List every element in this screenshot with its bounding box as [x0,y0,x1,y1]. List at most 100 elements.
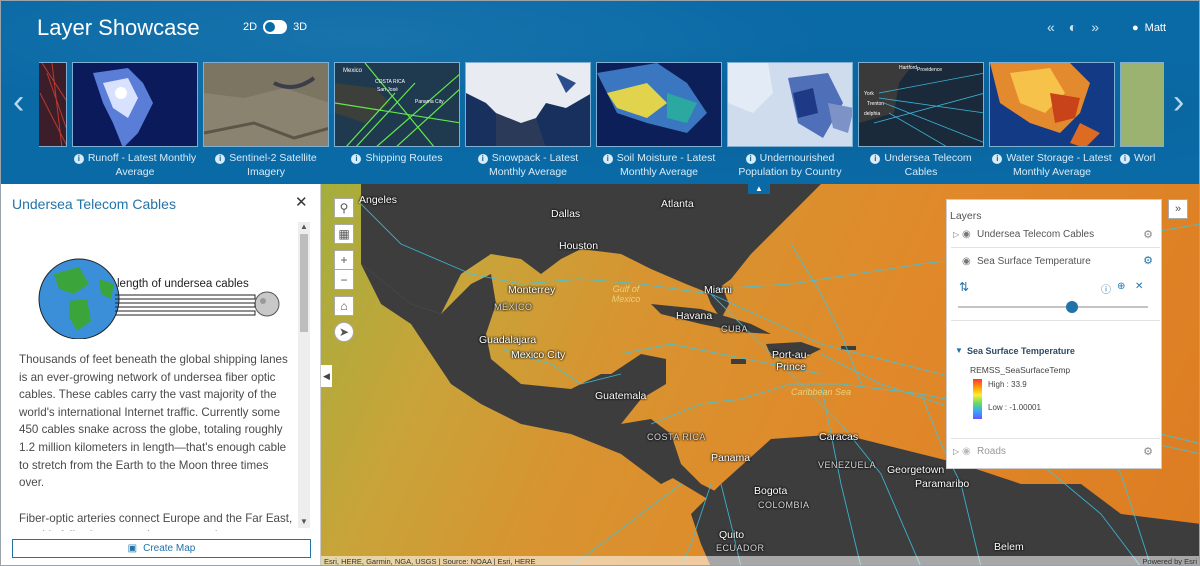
carousel-next-icon[interactable]: › [1173,85,1184,119]
panel-scrollbar[interactable]: ▲ ▼ [298,222,310,528]
carousel-card-partial-world[interactable]: i Worl [1120,62,1164,165]
basemap-gallery-icon[interactable]: ▦ [334,224,354,244]
layer-name: Undersea Telecom Cables [977,229,1095,240]
view-mode-toggle[interactable]: 2D 3D [243,20,307,34]
collapse-panel-icon[interactable]: ◀ [321,365,332,387]
info-icon[interactable]: i [602,154,613,164]
gear-icon[interactable]: ⚙ [1143,445,1153,458]
legend-low: Low : -1.00001 [988,403,1041,412]
carousel-card-undersea-cables[interactable]: Hartford Providence York Trenton delphia… [858,62,984,179]
layer-list-widget: Layers ▷ ◉ Undersea Telecom Cables ⚙ ◉ S… [946,199,1162,469]
carousel-thumbnail [596,62,722,147]
layer-item[interactable]: ▷ ◉ Roads ⚙ [951,438,1160,464]
info-icon[interactable]: ⓘ [1101,281,1111,296]
info-icon[interactable]: i [351,154,362,164]
info-icon[interactable]: i [992,154,1003,164]
info-icon[interactable]: i [73,154,84,164]
zoom-out-icon[interactable]: − [334,270,354,290]
opacity-slider[interactable] [956,297,1156,317]
carousel-prev-icon[interactable]: ‹ [13,85,24,119]
collapse-legend-icon[interactable]: ▼ [955,346,963,355]
svg-text:Providence: Providence [917,67,942,73]
scroll-thumb[interactable] [300,234,308,332]
reorder-icon[interactable]: ⇅ [959,280,969,294]
carousel-card-label: i Sentinel-2 Satellite Imagery [203,151,329,179]
carousel-card-sentinel[interactable]: i Sentinel-2 Satellite Imagery [203,62,329,179]
globe-icon[interactable]: ◐ [1069,19,1077,35]
map-attribution: Esri, HERE, Garmin, NGA, USGS | Source: … [321,556,1199,566]
carousel-card-partial[interactable] [39,62,67,147]
carousel-card-runoff[interactable]: i Runoff - Latest Monthly Average [72,62,198,179]
expand-arrow-icon[interactable]: ▷ [953,447,959,456]
carousel-card-snowpack[interactable]: i Snowpack - Latest Monthly Average [465,62,591,179]
map-label: Houston [559,240,599,252]
visibility-icon[interactable]: ◉ [962,256,971,267]
compass-icon[interactable]: ➤ [334,322,354,342]
diagram-label: length of undersea cables [117,278,249,290]
fast-forward-icon[interactable]: » [1091,19,1099,35]
expand-arrow-icon[interactable]: ▷ [953,230,959,239]
home-icon[interactable]: ⌂ [334,296,354,316]
layers-title: Layers [950,210,982,222]
carousel-card-label: i Water Storage - Latest Monthly Average [989,151,1115,179]
svg-text:York: York [864,91,874,97]
legend-high: High : 33.9 [988,380,1027,389]
scroll-up-icon[interactable]: ▲ [300,222,308,231]
map-label: Havana [676,310,713,322]
carousel-thumbnail [39,62,67,147]
carousel-card-water-storage[interactable]: i Water Storage - Latest Monthly Average [989,62,1115,179]
gear-icon[interactable]: ⚙ [1143,254,1153,267]
visibility-icon[interactable]: ◉ [962,229,971,240]
visibility-off-icon[interactable]: ◉ [962,446,971,457]
carousel-card-label: i Runoff - Latest Monthly Average [72,151,198,179]
svg-text:San José: San José [377,87,398,93]
user-menu[interactable]: ● Matt [1132,22,1166,34]
create-map-button[interactable]: ▣ Create Map [12,539,311,558]
thumbnail-art [466,63,590,146]
thumbnail-art [93,68,153,146]
layer-name: Roads [977,446,1006,457]
info-icon[interactable]: i [477,154,488,164]
toggle-3d-label: 3D [293,21,308,33]
description-paragraph: Fiber-optic arteries connect Europe and … [19,511,293,531]
map-label: Dallas [551,208,581,220]
map-label: Caracas [819,431,859,443]
svg-text:Hartford: Hartford [899,65,917,71]
rewind-icon[interactable]: « [1047,19,1055,35]
view-mode-switch[interactable] [263,20,288,34]
carousel-thumbnail: Mexico COSTA RICA San José Panama City [334,62,460,147]
thumbnail-art: Hartford Providence York Trenton delphia [859,63,983,146]
gear-icon[interactable]: ⚙ [1143,228,1153,241]
info-icon[interactable]: i [745,154,756,164]
close-icon[interactable]: ✕ [295,193,308,211]
carousel-card-undernourished[interactable]: i Undernourished Population by Country [727,62,853,179]
expand-icon[interactable]: » [1168,199,1188,219]
info-icon[interactable]: i [1120,154,1130,164]
thumbnail-art: Mexico COSTA RICA San José Panama City [335,63,459,146]
info-icon[interactable]: i [215,154,226,164]
remove-icon[interactable]: ✕ [1135,281,1143,292]
info-icon[interactable]: i [870,154,881,164]
zoom-in-icon[interactable]: + [334,250,354,270]
map-label: Paramaribo [915,478,970,490]
map-view[interactable]: Angeles Dallas Atlanta Houston Monterrey… [321,184,1199,566]
carousel-thumbnail [72,62,198,147]
zoom-controls: + − [334,250,354,290]
map-label: Angeles [359,194,397,206]
panel-content[interactable]: length of undersea cables Thousands of f… [19,239,293,531]
map-label: Monterrey [508,284,556,296]
header: Layer Showcase 2D 3D « ◐ » ● Matt ‹ › i … [1,1,1199,184]
scroll-down-icon[interactable]: ▼ [300,517,308,526]
collapse-carousel-icon[interactable]: ▲ [748,184,770,194]
carousel-card-shipping[interactable]: Mexico COSTA RICA San José Panama City i… [334,62,460,165]
layer-item[interactable]: ▷ ◉ Undersea Telecom Cables ⚙ [951,222,1160,248]
map-label: Bogota [754,485,788,497]
carousel-card-soil-moisture[interactable]: i Soil Moisture - Latest Monthly Average [596,62,722,179]
search-icon[interactable]: ⚲ [334,198,354,218]
powered-by: Powered by Esri [1142,557,1197,566]
carousel-card-label: i Shipping Routes [334,151,460,165]
svg-text:Panama City: Panama City [415,99,444,105]
map-label: Guatemala [595,390,647,402]
zoom-to-icon[interactable]: ⊕ [1117,281,1125,292]
user-icon: ● [1132,22,1139,34]
